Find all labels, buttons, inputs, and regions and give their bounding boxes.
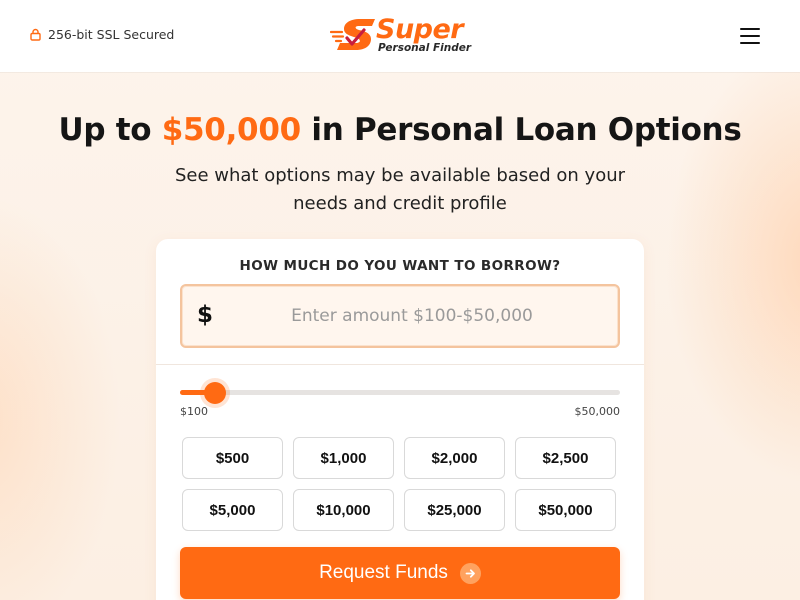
hamburger-menu-icon[interactable]	[738, 26, 762, 46]
borrow-question: HOW MUCH DO YOU WANT TO BORROW?	[239, 258, 561, 274]
loan-amount-card: HOW MUCH DO YOU WANT TO BORROW? $ $100 $…	[156, 239, 644, 600]
menu-bar	[740, 35, 760, 38]
currency-symbol: $	[197, 302, 214, 328]
preset-amount-button[interactable]: $2,500	[515, 437, 616, 479]
preset-amount-button[interactable]: $5,000	[182, 489, 283, 531]
preset-amount-button[interactable]: $50,000	[515, 489, 616, 531]
preset-amounts: $500 $1,000 $2,000 $2,500 $5,000 $10,000…	[182, 437, 618, 531]
brand-logo[interactable]: Super Personal Finder	[330, 14, 475, 58]
amount-input[interactable]	[242, 294, 582, 338]
slider-track[interactable]	[180, 390, 620, 395]
amount-slider[interactable]	[180, 381, 620, 405]
preset-amount-button[interactable]: $25,000	[404, 489, 505, 531]
request-funds-label: Request Funds	[319, 562, 448, 583]
slider-min-label: $100	[180, 405, 208, 418]
preset-amount-button[interactable]: $2,000	[404, 437, 505, 479]
headline-prefix: Up to	[58, 112, 162, 148]
slider-handle[interactable]	[204, 382, 226, 404]
menu-bar	[740, 28, 760, 31]
brand-tagline: Personal Finder	[378, 42, 472, 54]
lock-icon	[30, 28, 41, 41]
page-subheading: See what options may be available based …	[174, 165, 626, 214]
page: 256-bit SSL Secured Super Personal Finde…	[0, 0, 800, 600]
site-header: 256-bit SSL Secured Super Personal Finde…	[0, 0, 800, 72]
divider	[156, 364, 644, 365]
request-funds-button[interactable]: Request Funds	[180, 547, 620, 599]
arrow-right-icon	[459, 562, 481, 584]
slider-max-label: $50,000	[574, 405, 621, 418]
ssl-text: 256-bit SSL Secured	[48, 27, 175, 42]
ssl-badge: 256-bit SSL Secured	[30, 27, 174, 42]
amount-field[interactable]: $	[180, 284, 620, 348]
arrow-right-glyph	[465, 568, 475, 578]
preset-amount-button[interactable]: $500	[182, 437, 283, 479]
headline-amount: $50,000	[161, 112, 301, 148]
logo-mark-icon	[330, 19, 375, 50]
page-title: Up to $50,000 in Personal Loan Options	[0, 112, 800, 148]
preset-amount-button[interactable]: $10,000	[293, 489, 394, 531]
preset-amount-button[interactable]: $1,000	[293, 437, 394, 479]
menu-bar	[740, 42, 760, 45]
headline-suffix: in Personal Loan Options	[300, 112, 742, 148]
